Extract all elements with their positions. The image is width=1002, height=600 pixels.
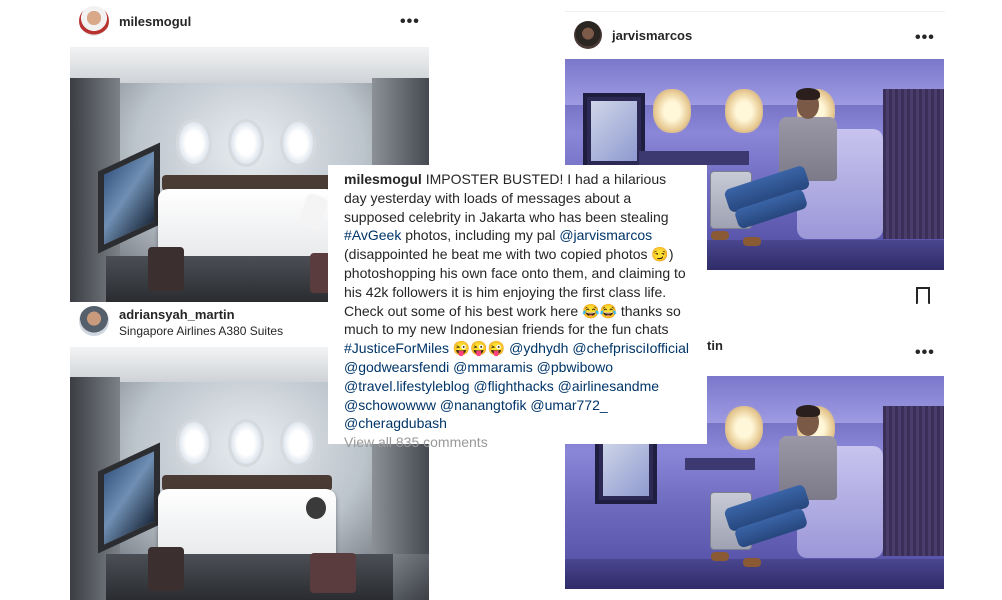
caption-text: (disappointed he beat me with two copied… (344, 246, 686, 338)
post-username[interactable]: milesmogul (119, 14, 191, 29)
post-location[interactable]: Singapore Airlines A380 Suites (119, 324, 283, 338)
divider (565, 11, 945, 12)
more-options-icon[interactable]: ••• (915, 30, 935, 46)
mention-link[interactable]: @umar772_ (530, 397, 607, 413)
caption-text: photos, including my pal (401, 227, 560, 244)
avatar[interactable] (79, 306, 109, 336)
hashtag-link[interactable]: #JusticeForMiles (344, 340, 449, 356)
mention-link[interactable]: @airlinesandme (558, 378, 659, 394)
bookmark-icon[interactable] (916, 287, 930, 305)
mention-link[interactable]: @schowowww (344, 397, 436, 413)
avatar[interactable] (574, 21, 602, 49)
mention-link[interactable]: @mmaramis (453, 359, 533, 375)
avatar[interactable] (79, 6, 109, 36)
post-caption: milesmogul IMPOSTER BUSTED! I had a hila… (328, 165, 707, 450)
post-username[interactable]: tin (707, 338, 723, 353)
emoji-text: 😜😜😜 (449, 340, 510, 357)
mention-link[interactable]: @pbwibowo (537, 359, 613, 375)
view-comments-link[interactable]: View all 835 comments (344, 433, 691, 452)
mention-link[interactable]: @nanangtofik (440, 397, 527, 413)
mention-link[interactable]: @ydhydh (509, 340, 568, 356)
more-options-icon[interactable]: ••• (400, 14, 420, 30)
mention-link[interactable]: @chefprisciIofficial (572, 340, 689, 356)
post-username[interactable]: jarvismarcos (612, 28, 692, 43)
mention-link[interactable]: @cheragdubash (344, 415, 447, 431)
mention-link[interactable]: @travel.lifestyleblog (344, 378, 470, 394)
mention-link[interactable]: @jarvismarcos (559, 227, 652, 243)
post-username[interactable]: adriansyah_martin (119, 307, 235, 322)
caption-username[interactable]: milesmogul (344, 171, 422, 187)
mention-link[interactable]: @godwearsfendi (344, 359, 449, 375)
hashtag-link[interactable]: #AvGeek (344, 227, 401, 243)
mention-link[interactable]: @flighthacks (473, 378, 553, 394)
more-options-icon[interactable]: ••• (915, 345, 935, 361)
